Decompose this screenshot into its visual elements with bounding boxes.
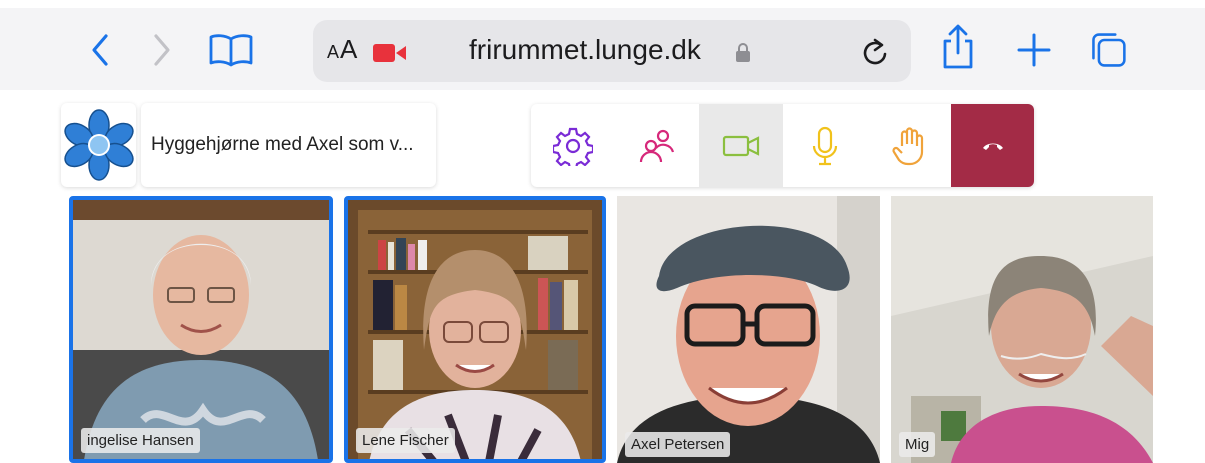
microphone-icon — [812, 126, 838, 165]
settings-button[interactable] — [531, 104, 615, 187]
participant-tile[interactable]: Lene Fischer — [344, 196, 606, 463]
participant-tile[interactable]: ingelise Hansen — [69, 196, 333, 463]
forward-icon — [154, 34, 170, 66]
forward-button[interactable] — [142, 28, 182, 72]
room-logo — [61, 103, 136, 187]
participant-name: Lene Fischer — [356, 428, 455, 453]
camera-icon[interactable] — [373, 44, 407, 62]
new-tab-button[interactable] — [1014, 28, 1054, 72]
bookmarks-button[interactable] — [206, 28, 256, 72]
participant-name: Axel Petersen — [625, 432, 731, 457]
settings-icon — [553, 127, 593, 166]
camera-icon — [722, 135, 760, 156]
participant-video — [348, 200, 602, 459]
participant-video — [617, 196, 880, 463]
tabs-icon — [1092, 33, 1126, 67]
participant-name: Mig — [899, 432, 936, 457]
participant-name: ingelise Hansen — [81, 428, 200, 453]
back-icon — [92, 34, 108, 66]
share-icon — [943, 24, 973, 69]
url-text[interactable]: frirummet.lunge.dk — [469, 34, 701, 66]
lock-icon — [736, 43, 750, 62]
raise-hand-icon — [892, 126, 924, 165]
browser-toolbar: AA frirummet.lunge.dk — [0, 0, 1205, 98]
camera-button[interactable] — [699, 104, 783, 187]
address-bar[interactable]: AA frirummet.lunge.dk — [313, 20, 911, 82]
participant-video — [73, 200, 329, 459]
flower-logo-icon — [63, 109, 134, 181]
participants-button[interactable] — [615, 104, 699, 187]
hang-up-icon — [982, 143, 1003, 150]
back-button[interactable] — [80, 28, 120, 72]
raise-hand-button[interactable] — [867, 104, 951, 187]
participant-tile[interactable]: Mig — [891, 196, 1153, 463]
reload-icon[interactable] — [861, 36, 891, 68]
meeting-controls — [531, 104, 1034, 187]
share-button[interactable] — [938, 24, 978, 69]
text-size-button[interactable]: AA — [327, 34, 358, 65]
participants-icon — [639, 129, 675, 162]
new-tab-icon — [1017, 33, 1051, 67]
room-title: Hyggehjørne med Axel som v... — [141, 103, 436, 187]
tabs-button[interactable] — [1088, 28, 1128, 72]
microphone-button[interactable] — [783, 104, 867, 187]
bookmarks-icon — [209, 34, 253, 67]
hang-up-button[interactable] — [951, 104, 1034, 187]
participant-video — [891, 196, 1153, 463]
participant-tile[interactable]: Axel Petersen — [617, 196, 880, 463]
